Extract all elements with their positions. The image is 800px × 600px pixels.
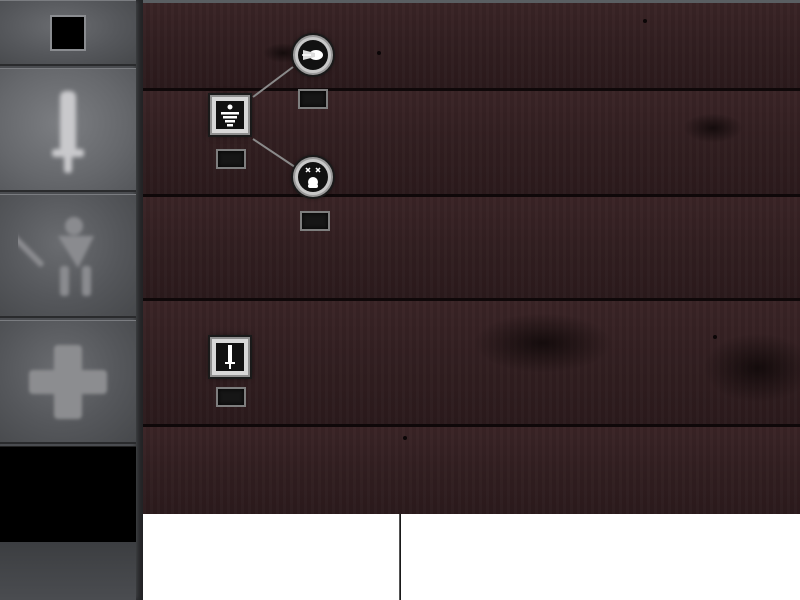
sword-icon xyxy=(52,90,84,173)
skill-node-blade[interactable] xyxy=(210,337,250,377)
nail xyxy=(643,19,647,23)
nail xyxy=(377,51,381,55)
skill-level-counter xyxy=(216,149,246,169)
comet-icon xyxy=(302,50,323,60)
category-empty-slot[interactable] xyxy=(0,446,136,542)
stacked-bars-icon xyxy=(221,104,239,127)
wood-knot xyxy=(683,113,743,143)
category-healing-tab[interactable] xyxy=(0,320,136,444)
skill-level-counter xyxy=(216,387,246,407)
sidebar-footer xyxy=(0,542,136,600)
cross-icon xyxy=(29,344,107,419)
skill-tree-board xyxy=(143,0,800,514)
skill-description-panel xyxy=(401,514,800,600)
category-melee-tab[interactable] xyxy=(0,68,136,192)
wood-knot xyxy=(473,313,613,373)
sword-icon xyxy=(225,345,235,369)
wood-plank xyxy=(143,197,800,301)
skill-node-stun[interactable] xyxy=(293,157,333,197)
wood-plank xyxy=(143,427,800,514)
skill-level-counter xyxy=(298,89,328,109)
nail xyxy=(713,335,717,339)
category-sidebar xyxy=(0,0,143,600)
skill-node-dash[interactable] xyxy=(293,35,333,75)
wood-plank xyxy=(143,3,800,91)
color-swatch-button[interactable] xyxy=(0,0,136,66)
warrior-icon xyxy=(18,216,94,296)
skill-level-counter xyxy=(300,211,330,231)
skill-info-panel xyxy=(143,514,400,600)
black-square-icon xyxy=(50,14,86,51)
skill-node-root[interactable] xyxy=(210,95,250,135)
nail xyxy=(403,436,407,440)
category-warrior-tab[interactable] xyxy=(0,194,136,318)
dazed-face-icon xyxy=(305,167,321,188)
